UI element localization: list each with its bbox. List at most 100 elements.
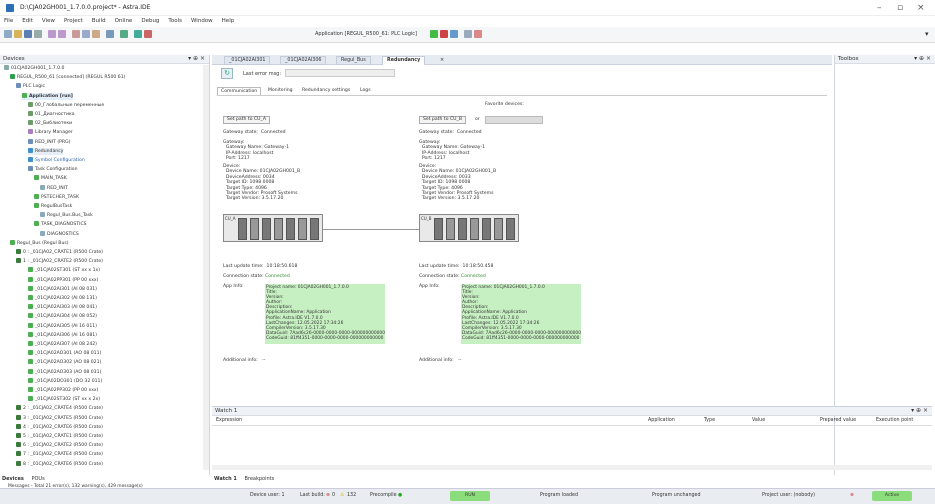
tree-item[interactable]: 00_Глобальные переменные — [28, 101, 104, 109]
tree-item[interactable]: Task Configuration — [28, 166, 78, 173]
favorite-device-dropdown[interactable] — [485, 116, 543, 124]
tree-item[interactable]: _01CJA02ST301 (ST xx x 1x) — [28, 267, 100, 274]
col-expression[interactable]: Expression — [216, 418, 242, 423]
tree-item[interactable]: 02_Библиотеки — [28, 120, 72, 127]
save-icon[interactable] — [24, 30, 32, 38]
tree-item[interactable]: PLC Logic — [16, 83, 45, 90]
tree-item[interactable]: Redundancy — [28, 147, 64, 155]
redo-icon[interactable] — [58, 30, 66, 38]
menu-build[interactable]: Build — [92, 18, 106, 24]
cut-icon[interactable] — [72, 30, 80, 38]
col-application[interactable]: Application — [648, 418, 675, 423]
tree-item[interactable]: MAIN_TASK — [34, 175, 67, 182]
tree-item[interactable]: PSTECHER_TASK — [34, 193, 79, 201]
col-execution-point[interactable]: Execution point — [876, 418, 913, 423]
tree-item[interactable]: 4 : _01CJA02_CRATE6 (R500 Crate) — [16, 423, 103, 431]
tree-scrollbar[interactable] — [203, 65, 209, 470]
tree-item[interactable]: 0 : _01CJA02_CRATE1 (R500 Crate) — [16, 249, 103, 256]
new-icon[interactable] — [4, 30, 12, 38]
tree-item[interactable]: DIAGNOSTICS — [40, 230, 79, 238]
subtab-monitoring[interactable]: Monitoring — [265, 87, 296, 94]
tree-item[interactable]: _01CJA02AO303 (AO 08 031) — [28, 368, 101, 376]
login-icon[interactable] — [134, 30, 142, 38]
tree-item[interactable]: 01CJA02GH001_1.7.0.0 — [4, 65, 64, 72]
toolbar-dropdown-icon[interactable]: ▾ — [925, 30, 929, 38]
menu-edit[interactable]: Edit — [22, 18, 33, 24]
tree-item[interactable]: Regul_Bus.Bus_Task — [40, 212, 93, 219]
tree-item[interactable]: _01CJA02AI307 (AI 08 242) — [28, 341, 97, 348]
tab-breakpoints[interactable]: Breakpoints — [244, 476, 274, 482]
tree-item[interactable]: RED_INIT — [40, 184, 68, 192]
tree-item[interactable]: _01CJA02AI305 (AI 16 011) — [28, 322, 97, 330]
application-selector[interactable]: Application [REGUL_R500_61: PLC Logic] — [315, 31, 417, 37]
tree-item[interactable]: 3 : _01CJA02_CRATE5 (R500 Crate) — [16, 414, 103, 422]
watch-pin-icon[interactable]: ▾ ⊕ × — [911, 407, 928, 414]
breakpoint-icon[interactable] — [474, 30, 482, 38]
tree-item[interactable]: _01CJA02AO301 (AO 08 011) — [28, 350, 101, 357]
tab-devices[interactable]: Devices — [2, 476, 24, 482]
start-icon[interactable] — [430, 30, 438, 38]
minimize-icon[interactable]: – — [877, 3, 882, 13]
menu-help[interactable]: Help — [222, 18, 235, 24]
tree-item[interactable]: _01CJA02PP302 (PP 00 xxx) — [28, 387, 98, 394]
tree-item[interactable]: TASK_DIAGNOSTICS — [34, 221, 87, 228]
tree-item[interactable]: _01CJA02AI301 (AI 08 031) — [28, 285, 97, 293]
tree-item[interactable]: Library Manager — [28, 129, 73, 136]
stop-icon[interactable] — [440, 30, 448, 38]
tree-item[interactable]: 1 : _01CJA02_CRATE2 (R500 Crate) — [16, 258, 103, 265]
maximize-icon[interactable]: ▫ — [897, 3, 903, 13]
tree-item[interactable]: 5 : _01CJA02_CRATE1 (R500 Crate) — [16, 433, 103, 440]
tab-ai306[interactable]: _01CJA02AI306 — [280, 56, 327, 65]
menu-window[interactable]: Window — [191, 18, 213, 24]
copy-icon[interactable] — [82, 30, 90, 38]
undo-icon[interactable] — [48, 30, 56, 38]
build-icon[interactable] — [120, 30, 128, 38]
tree-item[interactable]: Application [run] — [22, 92, 73, 100]
menu-tools[interactable]: Tools — [168, 18, 182, 24]
print-icon[interactable] — [34, 30, 42, 38]
menu-file[interactable]: File — [4, 18, 13, 24]
tab-pous[interactable]: POUs — [31, 476, 44, 482]
reset-icon[interactable] — [450, 30, 458, 38]
tree-item[interactable]: _01CJA02AI304 (AI 08 052) — [28, 313, 97, 320]
device-tree[interactable]: 01CJA02GH001_1.7.0.0 REGUL_R500_61 [conne… — [0, 65, 205, 470]
col-prepared-value[interactable]: Prepared value — [820, 418, 856, 423]
col-type[interactable]: Type — [704, 418, 715, 423]
tree-item[interactable]: 7 : _01CJA02_CRATE4 (R500 Crate) — [16, 451, 103, 458]
panel-pin-icon[interactable]: ▾ ⊕ × — [188, 55, 205, 62]
find-icon[interactable] — [106, 30, 114, 38]
paste-icon[interactable] — [92, 30, 100, 38]
menu-debug[interactable]: Debug — [141, 18, 159, 24]
watch-scrollbar[interactable] — [212, 465, 932, 470]
subtab-redundancy-settings[interactable]: Redundancy settings — [299, 87, 353, 94]
tree-item[interactable]: Regul_Bus (Regul Bus) — [10, 239, 69, 247]
menu-project[interactable]: Project — [64, 18, 83, 24]
tree-item[interactable]: 2 : _01CJA02_CRATE4 (R500 Crate) — [16, 405, 103, 412]
tab-regul-bus[interactable]: Regul_Bus — [336, 56, 371, 65]
tab-close-icon[interactable]: × — [440, 57, 444, 63]
subtab-logs[interactable]: Logs — [357, 87, 374, 94]
tree-item[interactable]: _01CJA02ST302 (ST xx x 2x) — [28, 396, 100, 403]
open-icon[interactable] — [14, 30, 22, 38]
logout-icon[interactable] — [144, 30, 152, 38]
tree-item[interactable]: RED_INIT (PRG) — [28, 138, 70, 146]
tree-item[interactable]: _01CJA02AI302 (AI 08 131) — [28, 295, 97, 302]
tree-item[interactable]: 01_Диагностика — [28, 111, 75, 118]
menu-online[interactable]: Online — [115, 18, 133, 24]
step-icon[interactable] — [464, 30, 472, 38]
tab-redundancy[interactable]: Redundancy — [382, 56, 426, 65]
tree-item[interactable]: 6 : _01CJA02_CRATE2 (R500 Crate) — [16, 442, 103, 449]
set-path-cu-b-button[interactable]: Set path to CU_B — [419, 116, 466, 124]
tree-item[interactable]: REGUL_R500_61 [connected] (REGUL R500 61… — [10, 74, 125, 81]
tree-item[interactable]: _01CJA02AI303 (AI 08 041) — [28, 304, 97, 311]
tree-item[interactable]: _01CJA02DO301 (DO 32 011) — [28, 377, 102, 385]
tab-watch-1[interactable]: Watch 1 — [214, 476, 237, 482]
refresh-icon[interactable]: ↻ — [221, 68, 233, 79]
tree-item[interactable]: 8 : _01CJA02_CRATE6 (R500 Crate) — [16, 460, 103, 468]
messages-summary[interactable]: Messages - Total 21 error(s), 132 warnin… — [8, 484, 143, 489]
col-value[interactable]: Value — [752, 418, 765, 423]
set-path-cu-a-button[interactable]: Set path to CU_A — [223, 116, 270, 124]
tree-item[interactable]: _01CJA02AO302 (AO 08 021) — [28, 359, 101, 366]
tree-item[interactable]: RegulBusTask — [34, 203, 72, 210]
menu-view[interactable]: View — [42, 18, 55, 24]
